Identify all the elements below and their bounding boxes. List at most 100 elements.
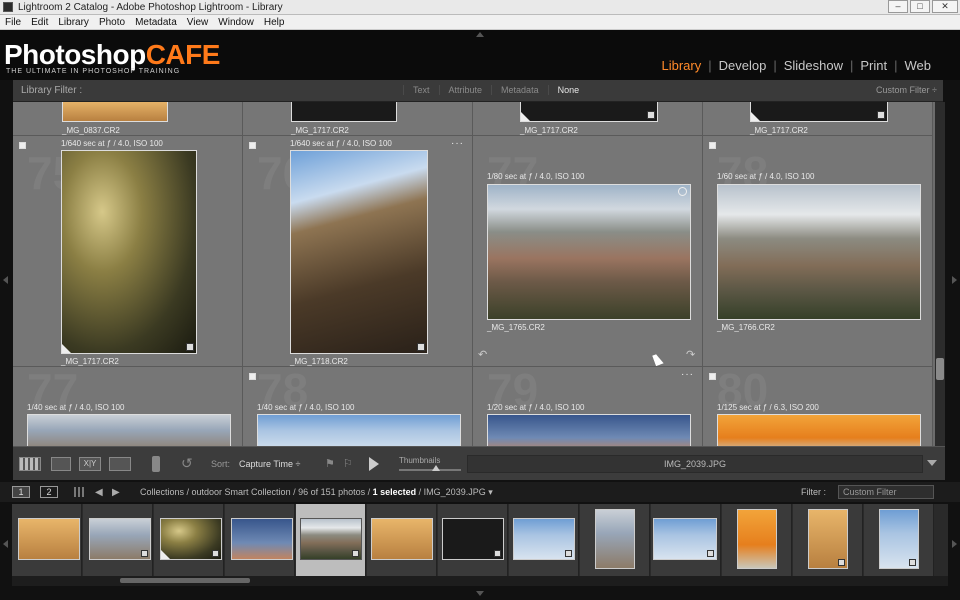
filmstrip-scrollbar[interactable] [12, 576, 948, 586]
menu-photo[interactable]: Photo [94, 17, 130, 28]
filmstrip-cell[interactable] [154, 504, 224, 576]
filmstrip-cell[interactable] [12, 504, 82, 576]
flag-icon[interactable] [19, 142, 26, 149]
filmstrip-cell[interactable] [651, 504, 721, 576]
filmstrip-thumbnail[interactable] [513, 518, 575, 560]
grid-view-icon[interactable] [74, 487, 84, 497]
filmstrip-cell[interactable] [367, 504, 437, 576]
photo-thumbnail[interactable] [487, 414, 691, 446]
rotate-icon[interactable]: ↺ [181, 455, 193, 472]
flag-icon[interactable] [709, 373, 716, 380]
photo-thumbnail[interactable] [487, 184, 691, 320]
grid-cell[interactable]: _MG_1717.CR2 [243, 102, 473, 136]
filmstrip-cell[interactable] [722, 504, 792, 576]
module-develop[interactable]: Develop [712, 58, 774, 73]
grid-cell[interactable]: _MG_1717.CR2 [473, 102, 703, 136]
filmstrip-thumbnail[interactable] [595, 509, 635, 569]
flag-icon[interactable] [709, 142, 716, 149]
collapse-right-panel-arrow-icon[interactable] [952, 540, 957, 548]
filmstrip-scrollbar-thumb[interactable] [120, 578, 250, 583]
filmstrip-thumbnail[interactable] [300, 518, 362, 560]
forward-arrow-icon[interactable]: ▶ [112, 487, 120, 498]
filmstrip-cell[interactable] [225, 504, 295, 576]
grid-cell[interactable]: 75 1/640 sec at ƒ / 4.0, ISO 100 _MG_171… [13, 136, 243, 367]
menu-window[interactable]: Window [213, 17, 259, 28]
filmstrip-cell[interactable] [509, 504, 579, 576]
filmstrip-cell[interactable] [580, 504, 650, 576]
photo-thumbnail[interactable] [717, 184, 921, 320]
filmstrip-cell[interactable] [83, 504, 153, 576]
minimize-button[interactable]: – [888, 0, 908, 13]
sort-select[interactable]: Capture Time ÷ [239, 459, 300, 469]
photo-thumbnail[interactable] [61, 150, 197, 354]
more-options-icon[interactable]: ··· [451, 138, 464, 149]
photo-thumbnail[interactable] [291, 102, 397, 122]
filmstrip-thumbnail[interactable] [231, 518, 293, 560]
play-slideshow-icon[interactable] [369, 457, 379, 471]
collapse-top-panel-arrow-icon[interactable] [476, 32, 484, 37]
grid-scrollbar-thumb[interactable] [936, 358, 944, 380]
grid-cell[interactable]: 80 1/125 sec at ƒ / 6.3, ISO 200 [703, 367, 933, 446]
menu-edit[interactable]: Edit [26, 17, 53, 28]
filter-metadata[interactable]: Metadata [491, 85, 548, 95]
window-2-button[interactable]: 2 [40, 486, 58, 498]
filmstrip-thumbnail[interactable] [737, 509, 777, 569]
loupe-view-icon[interactable] [51, 457, 71, 471]
filmstrip-cell[interactable] [793, 504, 863, 576]
photo-thumbnail[interactable] [62, 102, 168, 122]
target-circle-icon[interactable] [678, 187, 687, 196]
grid-scrollbar[interactable] [935, 102, 945, 446]
photo-thumbnail[interactable] [717, 414, 921, 446]
more-options-icon[interactable]: ··· [681, 369, 694, 380]
filmstrip-thumbnail[interactable] [442, 518, 504, 560]
grid-cell[interactable]: 76 ··· 1/640 sec at ƒ / 4.0, ISO 100 _MG… [243, 136, 473, 367]
filmstrip-thumbnail[interactable] [808, 509, 848, 569]
grid-view-icon[interactable] [19, 457, 41, 471]
rotate-left-icon[interactable]: ↶ [478, 348, 487, 361]
photo-thumbnail[interactable] [520, 102, 658, 122]
filmstrip-cell-selected[interactable] [296, 504, 366, 576]
grid-cell[interactable]: _MG_1717.CR2 [703, 102, 933, 136]
flag-icon[interactable] [249, 142, 256, 149]
rotate-right-icon[interactable]: ↷ [686, 348, 695, 361]
module-print[interactable]: Print [853, 58, 894, 73]
photo-thumbnail[interactable] [290, 150, 428, 354]
menu-view[interactable]: View [182, 17, 214, 28]
flag-pick-icon[interactable]: ⚑ [325, 457, 335, 470]
flag-reject-icon[interactable]: ⚐ [343, 457, 353, 470]
collapse-left-panel-arrow-icon[interactable] [3, 276, 8, 284]
filmstrip-thumbnail[interactable] [160, 518, 222, 560]
painter-spray-can-icon[interactable] [152, 456, 160, 472]
filmstrip-thumbnail[interactable] [18, 518, 80, 560]
filmstrip-thumbnail[interactable] [879, 509, 919, 569]
flag-icon[interactable] [249, 373, 256, 380]
survey-view-icon[interactable] [109, 457, 131, 471]
menu-file[interactable]: File [0, 17, 26, 28]
window-1-button[interactable]: 1 [12, 486, 30, 498]
photo-thumbnail[interactable] [750, 102, 888, 122]
filmstrip-thumbnail[interactable] [89, 518, 151, 560]
thumbnail-size-slider-knob[interactable] [432, 465, 440, 471]
module-web[interactable]: Web [898, 58, 939, 73]
collapse-left-panel-arrow-icon[interactable] [3, 540, 8, 548]
grid-cell[interactable]: 79 ··· 1/20 sec at ƒ / 4.0, ISO 100 [473, 367, 703, 446]
menu-help[interactable]: Help [259, 17, 290, 28]
filmstrip-cell[interactable] [438, 504, 508, 576]
grid-cell[interactable]: 78 1/60 sec at ƒ / 4.0, ISO 100 _MG_1766… [703, 136, 933, 367]
photo-thumbnail[interactable] [27, 414, 231, 446]
filter-attribute[interactable]: Attribute [438, 85, 492, 95]
module-slideshow[interactable]: Slideshow [777, 58, 850, 73]
filmstrip-thumbnail[interactable] [653, 518, 717, 560]
source-breadcrumb[interactable]: Collections / outdoor Smart Collection /… [140, 487, 493, 498]
filter-text[interactable]: Text [403, 85, 439, 95]
menu-metadata[interactable]: Metadata [130, 17, 182, 28]
filter-none[interactable]: None [547, 85, 589, 95]
photo-thumbnail[interactable] [257, 414, 461, 446]
grid-cell[interactable]: 77 1/80 sec at ƒ / 4.0, ISO 100 _MG_1765… [473, 136, 703, 367]
menu-library[interactable]: Library [53, 17, 94, 28]
back-arrow-icon[interactable]: ◀ [95, 487, 103, 498]
collapse-bottom-panel-arrow-icon[interactable] [476, 591, 484, 596]
grid-cell[interactable]: 78 1/40 sec at ƒ / 4.0, ISO 100 [243, 367, 473, 446]
filter-preset-select[interactable]: Custom Filter ÷ [876, 85, 937, 95]
close-button[interactable]: ✕ [932, 0, 958, 13]
